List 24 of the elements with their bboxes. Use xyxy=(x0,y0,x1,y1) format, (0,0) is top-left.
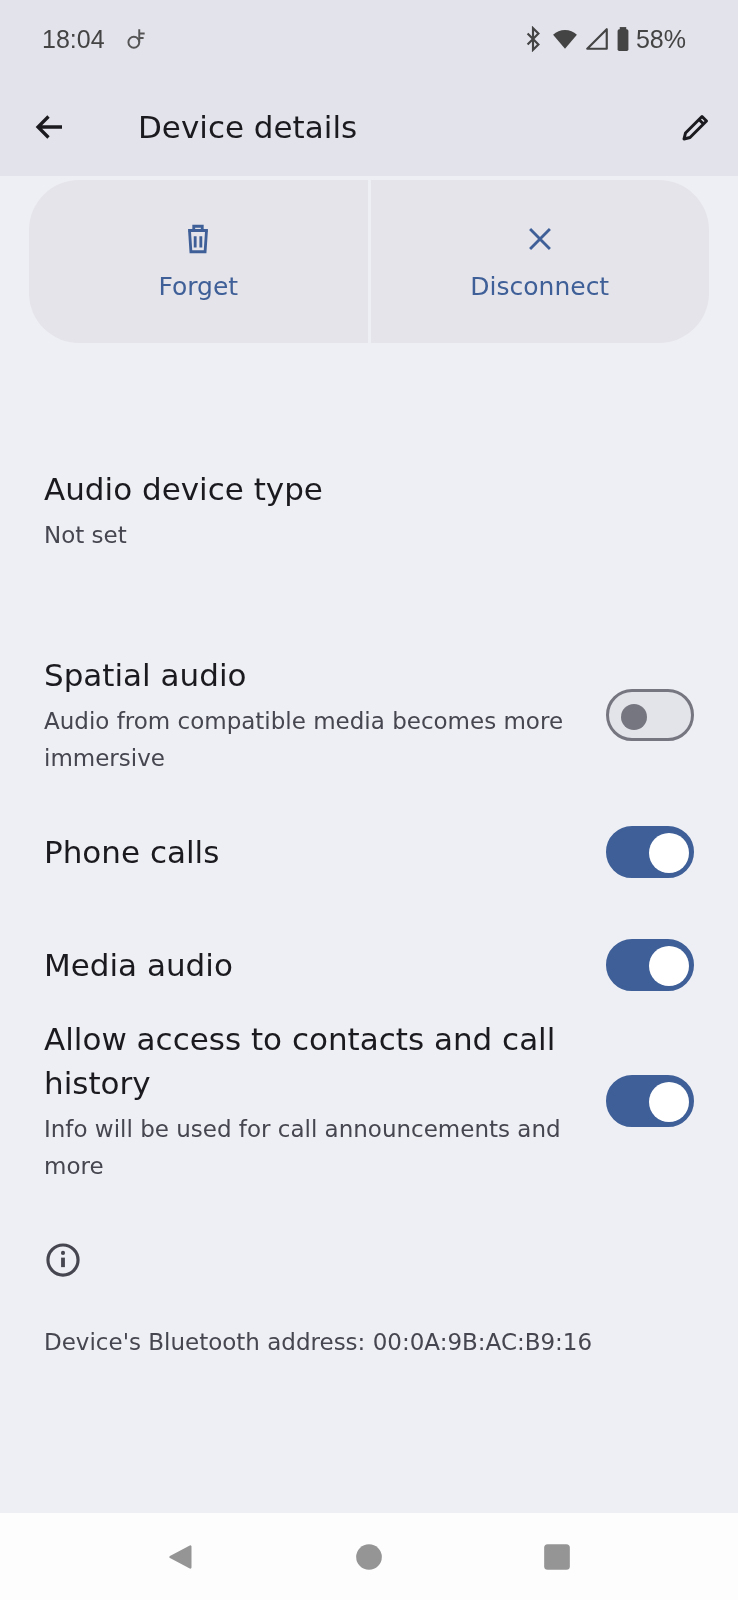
forget-button[interactable]: Forget xyxy=(29,180,368,343)
bluetooth-address: Device's Bluetooth address: 00:0A:9B:AC:B9:16 xyxy=(44,1329,594,1355)
setting-title: Media audio xyxy=(44,945,233,985)
screen-title: Device details xyxy=(138,109,359,145)
setting-title: Phone calls xyxy=(44,832,220,872)
setting-title: Spatial audio xyxy=(44,656,248,695)
signal-icon xyxy=(583,26,610,52)
toggle-switch[interactable] xyxy=(606,689,694,741)
toggle-switch[interactable] xyxy=(606,825,694,878)
back-triangle-icon[interactable] xyxy=(167,1542,195,1571)
toggle-switch[interactable] xyxy=(606,938,694,991)
home-circle-icon[interactable] xyxy=(355,1542,383,1571)
setting-title: Allow access to contacts and call history xyxy=(44,1020,557,1103)
setting-title: Audio device type xyxy=(44,469,323,509)
toggle-switch[interactable] xyxy=(606,1075,694,1127)
recents-square-icon[interactable] xyxy=(543,1542,571,1571)
disconnect-button[interactable]: Disconnect xyxy=(370,180,709,343)
setting-summary: Audio from compatible media becomes more immersive xyxy=(44,707,565,773)
setting-summary: Not set xyxy=(44,520,128,550)
info-icon xyxy=(44,1241,82,1279)
battery-percentage: 58% xyxy=(635,24,686,54)
battery-icon xyxy=(615,26,630,52)
setting-summary: Info will be used for call announcements and more xyxy=(44,1115,562,1181)
clock: 18:04 xyxy=(42,24,105,54)
